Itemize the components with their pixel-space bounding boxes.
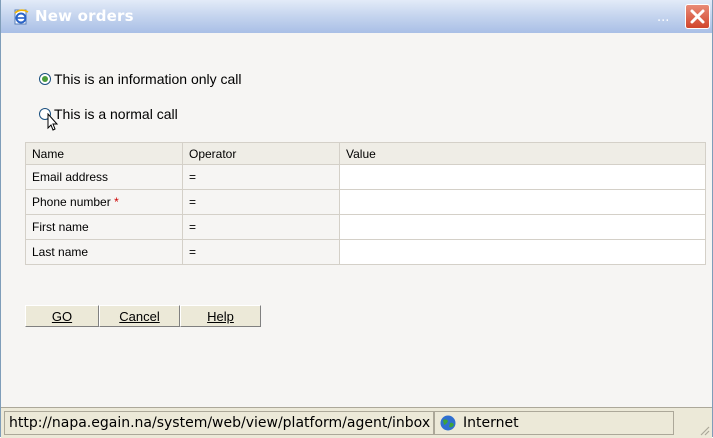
radio-label[interactable]: This is an information only call bbox=[54, 71, 242, 87]
field-operator: = bbox=[182, 239, 340, 265]
field-name: Email address bbox=[25, 164, 183, 190]
go-button[interactable]: GO bbox=[25, 305, 99, 327]
status-bar: http://napa.egain.na/system/web/view/pla… bbox=[1, 407, 712, 438]
title-bar[interactable]: New orders ... bbox=[1, 0, 712, 33]
field-name-text: Email address bbox=[32, 170, 109, 184]
required-marker: * bbox=[114, 195, 119, 209]
table-row: Last name = bbox=[25, 239, 706, 265]
table-row: Email address = bbox=[25, 164, 706, 190]
globe-icon bbox=[440, 415, 456, 431]
close-button[interactable] bbox=[685, 4, 710, 29]
field-name-text: Phone number bbox=[32, 195, 111, 209]
title-ellipsis: ... bbox=[657, 10, 670, 25]
first-name-field[interactable] bbox=[339, 214, 706, 240]
search-grid: Name Operator Value Email address = Phon… bbox=[25, 142, 706, 265]
radio-button-checked[interactable] bbox=[39, 73, 51, 85]
table-row: First name = bbox=[25, 214, 706, 240]
field-name: Phone number * bbox=[25, 189, 183, 215]
phone-field[interactable] bbox=[339, 189, 706, 215]
security-zone: Internet bbox=[434, 411, 674, 435]
content-area: This is an information only call This is… bbox=[1, 33, 712, 407]
email-field[interactable] bbox=[339, 164, 706, 190]
header-value: Value bbox=[339, 142, 706, 165]
field-operator: = bbox=[182, 164, 340, 190]
zone-label: Internet bbox=[463, 415, 519, 431]
field-name-text: First name bbox=[32, 220, 89, 234]
table-row: Phone number * = bbox=[25, 189, 706, 215]
cancel-button[interactable]: Cancel bbox=[99, 305, 180, 327]
last-name-field[interactable] bbox=[339, 239, 706, 265]
field-operator: = bbox=[182, 189, 340, 215]
radio-label[interactable]: This is a normal call bbox=[54, 106, 178, 122]
ie-page-icon bbox=[14, 9, 29, 25]
action-buttons: GO Cancel Help bbox=[25, 305, 261, 327]
close-icon bbox=[690, 9, 705, 24]
radio-info-only[interactable]: This is an information only call bbox=[39, 70, 242, 88]
mouse-pointer-icon bbox=[47, 113, 59, 131]
header-operator: Operator bbox=[182, 142, 340, 165]
popup-window: New orders ... This is an information on… bbox=[0, 0, 713, 438]
header-name: Name bbox=[25, 142, 183, 165]
resize-grip-icon[interactable] bbox=[698, 424, 710, 436]
field-name-text: Last name bbox=[32, 245, 89, 259]
help-button[interactable]: Help bbox=[180, 305, 261, 327]
field-name: Last name bbox=[25, 239, 183, 265]
status-url: http://napa.egain.na/system/web/view/pla… bbox=[4, 411, 434, 435]
field-name: First name bbox=[25, 214, 183, 240]
window-title: New orders bbox=[35, 7, 134, 25]
field-operator: = bbox=[182, 214, 340, 240]
grid-header-row: Name Operator Value bbox=[25, 142, 706, 165]
